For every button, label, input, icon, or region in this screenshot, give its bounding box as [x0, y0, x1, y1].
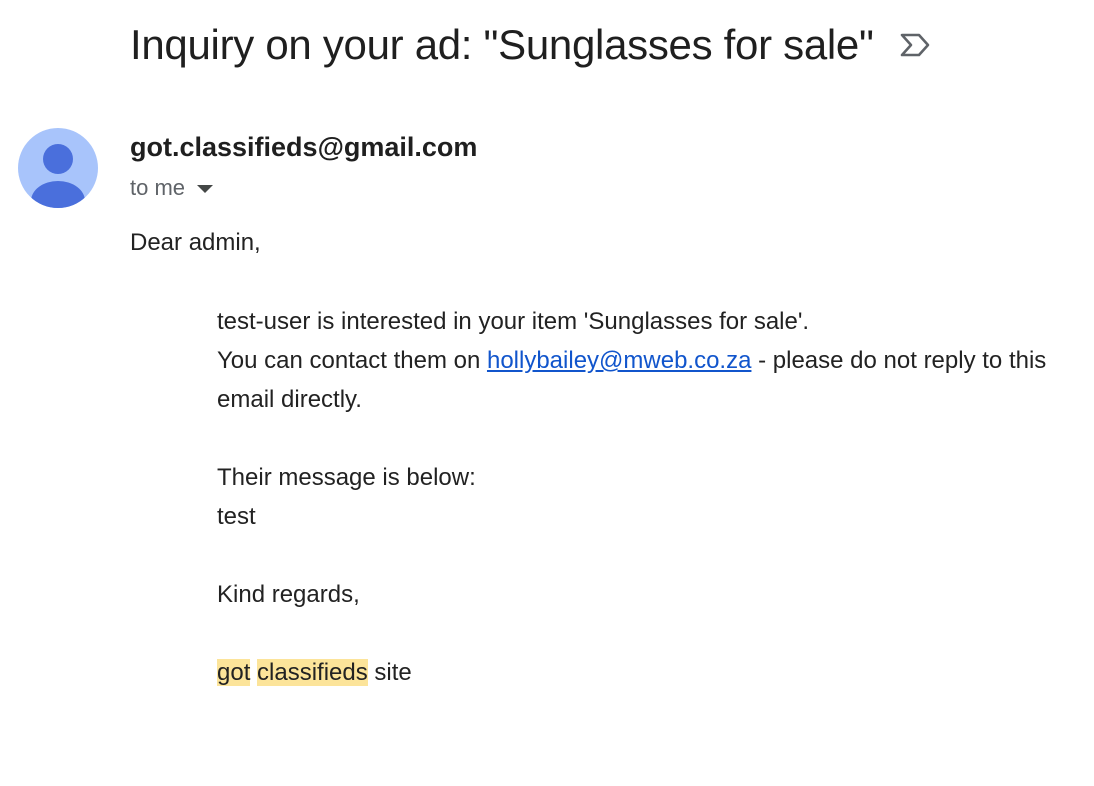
- contact-email-link[interactable]: hollybailey@mweb.co.za: [487, 347, 751, 374]
- email-subject: Inquiry on your ad: "Sunglasses for sale…: [130, 21, 874, 68]
- email-greeting: Dear admin,: [130, 229, 261, 256]
- recipients-toggle[interactable]: to me: [130, 172, 214, 204]
- search-highlight: classifieds: [257, 659, 368, 686]
- body-signature: got classifieds site: [217, 653, 1067, 692]
- body-closing: Kind regards,: [217, 581, 360, 608]
- sender-address[interactable]: got.classifieds@gmail.com: [130, 129, 477, 165]
- subject-row: Inquiry on your ad: "Sunglasses for sale…: [130, 18, 932, 72]
- signature-rest: site: [367, 659, 412, 686]
- body-message-intro: Their message is below:: [217, 464, 476, 491]
- contact-prefix: You can contact them on: [217, 347, 487, 374]
- recipients-label: to me: [130, 175, 186, 200]
- search-highlight: got: [217, 659, 251, 686]
- sender-avatar[interactable]: [18, 128, 98, 208]
- body-message: test: [217, 503, 256, 530]
- chevron-down-icon[interactable]: [197, 185, 214, 193]
- body-line-interest: test-user is interested in your item 'Su…: [217, 308, 810, 335]
- label-arrow-icon[interactable]: [898, 28, 932, 62]
- body-line-contact: You can contact them on hollybailey@mweb…: [217, 341, 1067, 419]
- default-avatar-icon: [31, 144, 85, 208]
- email-body: test-user is interested in your item 'Su…: [217, 302, 1067, 692]
